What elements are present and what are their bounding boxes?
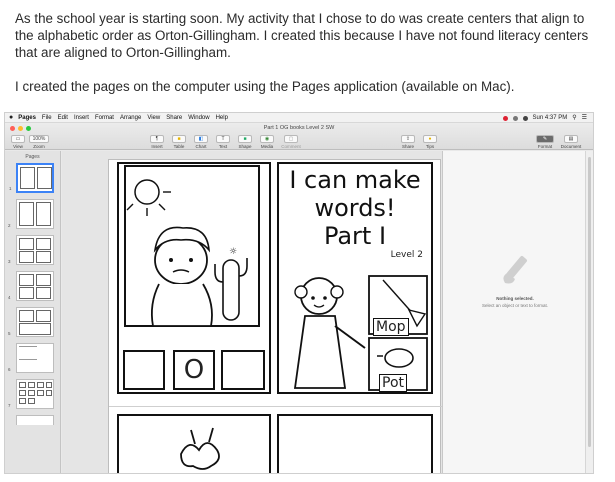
menu-pages[interactable]: Pages (18, 113, 36, 123)
menu-share[interactable]: Share (166, 113, 182, 123)
page-thumbnail[interactable]: 7 (8, 379, 54, 409)
intro-paragraph-2: I created the pages on the computer usin… (15, 79, 515, 94)
view-button[interactable]: ▭ View (10, 135, 26, 149)
insert-label: Insert (151, 144, 163, 149)
page-thumbnail[interactable]: 4 (8, 271, 54, 301)
sidebar-header: Pages (25, 154, 40, 160)
notification-center-icon[interactable]: ☰ (582, 113, 587, 123)
battery-icon[interactable] (522, 115, 528, 121)
mac-menu-bar: ● Pages File Edit Insert Format Arrange … (5, 113, 593, 123)
cover-title-line-3: Part I (323, 222, 387, 250)
page-number: 2 (8, 223, 11, 228)
zoom-label: Zoom (33, 144, 45, 149)
menu-format[interactable]: Format (95, 113, 114, 123)
intro-text: As the school year is starting soon. My … (15, 10, 605, 112)
menu-arrange[interactable]: Arrange (120, 113, 141, 123)
menu-window[interactable]: Window (188, 113, 209, 123)
cover-title-line-1: I can make (289, 166, 421, 194)
apple-menu-icon[interactable]: ● (9, 113, 13, 123)
share-button[interactable]: ⇪ Share (399, 135, 417, 149)
page-thumbnail[interactable] (16, 415, 54, 425)
letter-box-empty[interactable] (221, 350, 265, 390)
cover-card-next[interactable] (277, 414, 433, 473)
menu-insert[interactable]: Insert (74, 113, 89, 123)
next-card-illustration (180, 427, 220, 470)
paintbrush-icon (503, 256, 527, 284)
intro-paragraph-1: As the school year is starting soon. My … (15, 11, 589, 60)
inspector-hint-text: Select an object or text to format. (481, 303, 549, 308)
cover-title-line-2: words! (314, 194, 396, 222)
text-button[interactable]: T Text (214, 135, 232, 149)
comment-button[interactable]: ▢ Comment (280, 135, 302, 149)
tips-label: Tips (425, 144, 435, 149)
chart-label: Chart (195, 144, 207, 149)
window-toolbar: Part 1 OG books Level 2 SW ▭ View 100% Zoo… (5, 123, 593, 150)
letter-box-empty[interactable] (123, 350, 165, 390)
page-number: 4 (8, 295, 11, 300)
page-thumbnail[interactable]: 6 (8, 343, 54, 373)
page-number: 1 (9, 186, 12, 191)
page-thumbnail[interactable]: 1 (9, 163, 54, 193)
level-label: Level 2 (390, 250, 423, 260)
mop-label: Mop (373, 318, 409, 336)
shape-button[interactable]: ■ Shape (236, 135, 254, 149)
page-divider (109, 406, 442, 407)
picture-card-hot[interactable]: ☼ O (117, 162, 271, 394)
menubar-clock[interactable]: Sun 4:37 PM (533, 113, 568, 123)
shape-label: Shape (238, 144, 252, 149)
page-number: 7 (8, 403, 11, 408)
document-inspector-button[interactable]: ▤ Document (559, 135, 583, 149)
menu-edit[interactable]: Edit (58, 113, 68, 123)
view-label: View (13, 144, 23, 149)
share-label: Share (401, 144, 414, 149)
page-thumbnail[interactable]: 5 (8, 307, 54, 337)
document-title: Part 1 OG books Level 2 SW (263, 125, 335, 131)
pages-app-screenshot: ● Pages File Edit Insert Format Arrange … (4, 112, 594, 474)
page-number: 3 (8, 259, 11, 264)
insert-button[interactable]: ¶ Insert (148, 135, 166, 149)
document-canvas[interactable]: ☼ O I can make words! Part I Level 2 Mop… (62, 151, 442, 473)
media-label: Media (260, 144, 274, 149)
vertical-scrollbar[interactable] (585, 151, 593, 473)
menu-file[interactable]: File (42, 113, 52, 123)
table-label: Table (173, 144, 185, 149)
document-label: Document (560, 144, 582, 149)
page-thumbnails-sidebar: Pages 1 2 3 4 5 6 7 (5, 151, 61, 473)
format-label: Format (537, 144, 553, 149)
spotlight-icon[interactable]: ⚲ (572, 113, 576, 123)
hot-boy-illustration: ☼ (124, 165, 260, 327)
table-button[interactable]: ■ Table (170, 135, 188, 149)
picture-card-next[interactable] (117, 414, 271, 473)
page-number: 5 (8, 331, 11, 336)
zoom-value: 100% (29, 135, 49, 143)
page-number: 6 (8, 367, 11, 372)
media-button[interactable]: ◉ Media (258, 135, 276, 149)
menu-view[interactable]: View (147, 113, 160, 123)
format-inspector-button[interactable]: ✎ Format (535, 135, 555, 149)
cover-card[interactable]: I can make words! Part I Level 2 Mop Pot (277, 162, 433, 394)
format-inspector: Nothing selected. Select an object or te… (442, 151, 587, 473)
girl-pointer-illustration (293, 275, 428, 391)
nothing-selected-text: Nothing selected. (496, 296, 534, 301)
scrollbar-thumb[interactable] (588, 157, 591, 447)
page-thumbnail[interactable]: 3 (8, 235, 54, 265)
text-label: Text (218, 144, 228, 149)
pot-label: Pot (379, 374, 407, 392)
menu-help[interactable]: Help (216, 113, 228, 123)
svg-text:☼: ☼ (229, 247, 237, 257)
status-icon[interactable] (502, 115, 508, 121)
zoom-button[interactable]: 100% Zoom (29, 135, 49, 149)
letter-box-middle[interactable]: O (173, 350, 215, 390)
document-page[interactable]: ☼ O I can make words! Part I Level 2 Mop… (108, 159, 442, 473)
page-thumbnail[interactable]: 2 (8, 199, 54, 229)
comment-label: Comment (281, 144, 301, 149)
tips-button[interactable]: ● Tips (421, 135, 439, 149)
chart-button[interactable]: ◧ Chart (192, 135, 210, 149)
wifi-icon[interactable] (512, 115, 518, 121)
